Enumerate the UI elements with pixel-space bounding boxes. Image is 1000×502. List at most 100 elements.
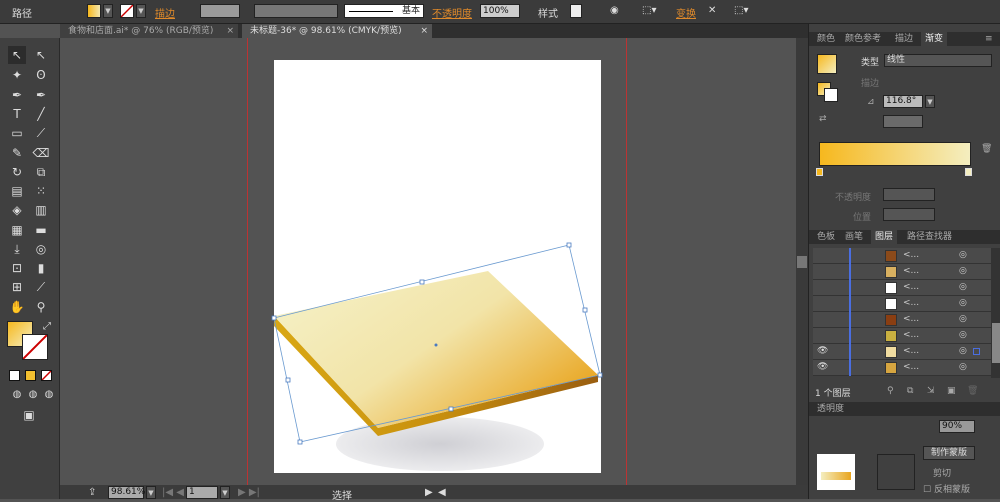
aspect-ratio-field[interactable] bbox=[883, 115, 923, 128]
gradient-stroke-small[interactable] bbox=[824, 88, 838, 102]
reverse-gradient-icon[interactable]: ⇄ bbox=[819, 114, 827, 124]
vertical-scrollbar[interactable] bbox=[796, 38, 808, 485]
tab-brushes[interactable]: 画笔 bbox=[841, 230, 867, 244]
layer-thumbnail bbox=[885, 330, 897, 342]
opacity-label: 不透明度 bbox=[835, 193, 872, 203]
tab-swatches[interactable]: 色板 bbox=[813, 230, 839, 244]
target-icon[interactable]: ◎ bbox=[959, 346, 967, 356]
mask-thumbnail[interactable] bbox=[877, 454, 915, 490]
target-icon[interactable]: ◎ bbox=[959, 314, 967, 324]
locate-object-icon[interactable]: ⚲ bbox=[887, 386, 894, 396]
layer-color-bar bbox=[849, 280, 851, 296]
next-page-icon[interactable]: ▶ ▶| bbox=[238, 487, 260, 498]
layer-color-bar bbox=[849, 264, 851, 280]
layer-color-bar bbox=[849, 248, 851, 264]
stroke-label: 描边 bbox=[861, 79, 880, 89]
gradient-stop-left[interactable] bbox=[816, 168, 823, 176]
layers-panel-tabs: 色板 画笔 图层 路径查找器 bbox=[809, 230, 1000, 244]
tab-color-guide[interactable]: 颜色参考 bbox=[841, 32, 885, 46]
status-menu-icon[interactable]: ▶ bbox=[425, 487, 433, 498]
target-icon[interactable]: ◎ bbox=[959, 266, 967, 276]
tab-layers[interactable]: 图层 bbox=[871, 230, 898, 244]
transparency-opacity-field[interactable]: 90% bbox=[939, 420, 975, 433]
transparency-title: 透明度 bbox=[817, 404, 845, 414]
transparency-panel-header: 透明度 bbox=[809, 402, 1000, 416]
delete-layer-icon[interactable]: 🗑 bbox=[967, 386, 978, 396]
layer-row[interactable]: <... ◎ bbox=[813, 264, 991, 280]
gradient-slider[interactable] bbox=[819, 142, 971, 166]
layer-thumbnail bbox=[885, 346, 897, 358]
invert-mask-checkbox[interactable]: ☐ 反相蒙版 bbox=[923, 482, 970, 495]
layer-name[interactable]: <... bbox=[903, 314, 919, 324]
layer-row[interactable]: 👁 <... ◎ bbox=[813, 344, 991, 360]
layer-count: 1 个图层 bbox=[815, 389, 851, 399]
layer-color-bar bbox=[849, 360, 851, 376]
layer-thumbnail bbox=[885, 250, 897, 262]
eye-icon[interactable]: 👁 bbox=[817, 346, 828, 356]
page-dropdown[interactable]: ▼ bbox=[220, 486, 230, 499]
layer-row[interactable]: <... ◎ bbox=[813, 312, 991, 328]
first-page-icon[interactable]: |◀ ◀ bbox=[162, 487, 184, 498]
artwork bbox=[271, 242, 603, 471]
stop-position-field[interactable] bbox=[883, 208, 935, 221]
layer-thumbnail bbox=[885, 362, 897, 374]
layer-row[interactable]: <... ◎ bbox=[813, 328, 991, 344]
layer-name[interactable]: <... bbox=[903, 346, 919, 356]
layer-row[interactable]: <... ◎ bbox=[813, 248, 991, 264]
layer-name[interactable]: <... bbox=[903, 250, 919, 260]
share-icon[interactable]: ⇪ bbox=[88, 487, 96, 498]
target-icon[interactable]: ◎ bbox=[959, 282, 967, 292]
invert-mask-label: 反相蒙版 bbox=[933, 485, 970, 495]
make-mask-button[interactable]: 制作蒙版 bbox=[923, 446, 975, 460]
right-panels: 颜色 颜色参考 描边 渐变 ≡ 类型 线性 描边 ⊿ 116.8° ▼ ⇄ 🗑 … bbox=[808, 24, 1000, 499]
target-icon[interactable]: ◎ bbox=[959, 250, 967, 260]
stop-opacity-field[interactable] bbox=[883, 188, 935, 201]
clipping-mask-icon[interactable]: ⧉ bbox=[907, 386, 913, 396]
gradient-panel-tabs: 颜色 颜色参考 描边 渐变 ≡ bbox=[809, 32, 1000, 46]
layers-scrollbar[interactable] bbox=[991, 248, 1000, 378]
tab-color[interactable]: 颜色 bbox=[813, 32, 839, 46]
layer-thumbnail bbox=[885, 266, 897, 278]
layer-row[interactable]: 👁 <... ◎ bbox=[813, 360, 991, 376]
angle-icon: ⊿ bbox=[867, 97, 875, 107]
panel-menu-icon[interactable]: ≡ bbox=[981, 32, 997, 46]
layer-row[interactable]: <... ◎ bbox=[813, 280, 991, 296]
new-sublayer-icon[interactable]: ⇲ bbox=[927, 386, 935, 396]
angle-dropdown[interactable]: ▼ bbox=[925, 95, 935, 108]
shadow-ellipse bbox=[336, 417, 544, 471]
layer-name[interactable]: <... bbox=[903, 330, 919, 340]
layer-name[interactable]: <... bbox=[903, 298, 919, 308]
clip-checkbox-label[interactable]: 剪切 bbox=[933, 466, 951, 479]
target-icon[interactable]: ◎ bbox=[959, 362, 967, 372]
new-layer-icon[interactable]: ▣ bbox=[947, 386, 956, 396]
gradient-fill-swatch[interactable] bbox=[817, 54, 837, 74]
zoom-field[interactable]: 98.61% bbox=[108, 486, 145, 499]
page-field[interactable]: 1 bbox=[186, 486, 218, 499]
layer-name[interactable]: <... bbox=[903, 362, 919, 372]
angle-field[interactable]: 116.8° bbox=[883, 95, 923, 108]
layer-thumbnail bbox=[885, 282, 897, 294]
layer-name[interactable]: <... bbox=[903, 282, 919, 292]
gradient-stop-right[interactable] bbox=[965, 168, 972, 176]
zoom-dropdown[interactable]: ▼ bbox=[146, 486, 156, 499]
status-bar: ⇪ 98.61% ▼ |◀ ◀ 1 ▼ ▶ ▶| 选择 ▶ ◀ bbox=[60, 485, 808, 502]
layer-color-bar bbox=[849, 328, 851, 344]
tab-stroke[interactable]: 描边 bbox=[891, 32, 917, 46]
position-label: 位置 bbox=[853, 213, 872, 223]
tab-gradient[interactable]: 渐变 bbox=[921, 32, 948, 46]
delete-stop-icon[interactable]: 🗑 bbox=[981, 144, 992, 154]
current-tool-label: 选择 bbox=[332, 491, 352, 502]
selection-indicator[interactable] bbox=[973, 348, 980, 355]
layer-row[interactable]: <... ◎ bbox=[813, 296, 991, 312]
tab-pathfinder[interactable]: 路径查找器 bbox=[903, 230, 956, 244]
layer-color-bar bbox=[849, 312, 851, 328]
type-label: 类型 bbox=[861, 58, 880, 68]
scroll-left-icon[interactable]: ◀ bbox=[438, 487, 446, 498]
type-select[interactable]: 线性 bbox=[884, 54, 992, 67]
layer-name[interactable]: <... bbox=[903, 266, 919, 276]
eye-icon[interactable]: 👁 bbox=[817, 362, 828, 372]
slab-top[interactable] bbox=[274, 271, 598, 428]
target-icon[interactable]: ◎ bbox=[959, 298, 967, 308]
object-thumbnail bbox=[817, 454, 855, 490]
target-icon[interactable]: ◎ bbox=[959, 330, 967, 340]
